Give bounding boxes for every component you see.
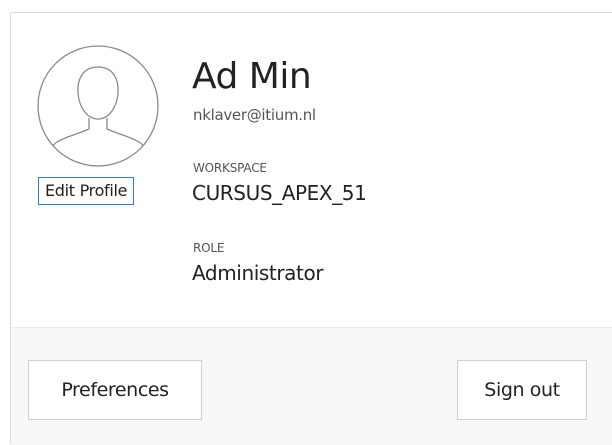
workspace-value: CURSUS_APEX_51	[192, 181, 367, 205]
role-label: ROLE	[193, 241, 225, 255]
edit-profile-button[interactable]: Edit Profile	[38, 177, 135, 205]
workspace-label: WORKSPACE	[193, 161, 267, 175]
sign-out-button[interactable]: Sign out	[457, 360, 587, 420]
profile-section: Edit Profile Ad Min nklaver@itium.nl WOR…	[11, 13, 612, 327]
role-value: Administrator	[192, 261, 324, 285]
user-avatar-icon	[37, 45, 159, 167]
user-name: Ad Min	[192, 56, 312, 97]
user-email: nklaver@itium.nl	[193, 106, 316, 124]
menu-footer: Preferences Sign out	[11, 327, 612, 445]
user-menu-panel: Edit Profile Ad Min nklaver@itium.nl WOR…	[10, 12, 612, 445]
preferences-button[interactable]: Preferences	[28, 360, 202, 420]
